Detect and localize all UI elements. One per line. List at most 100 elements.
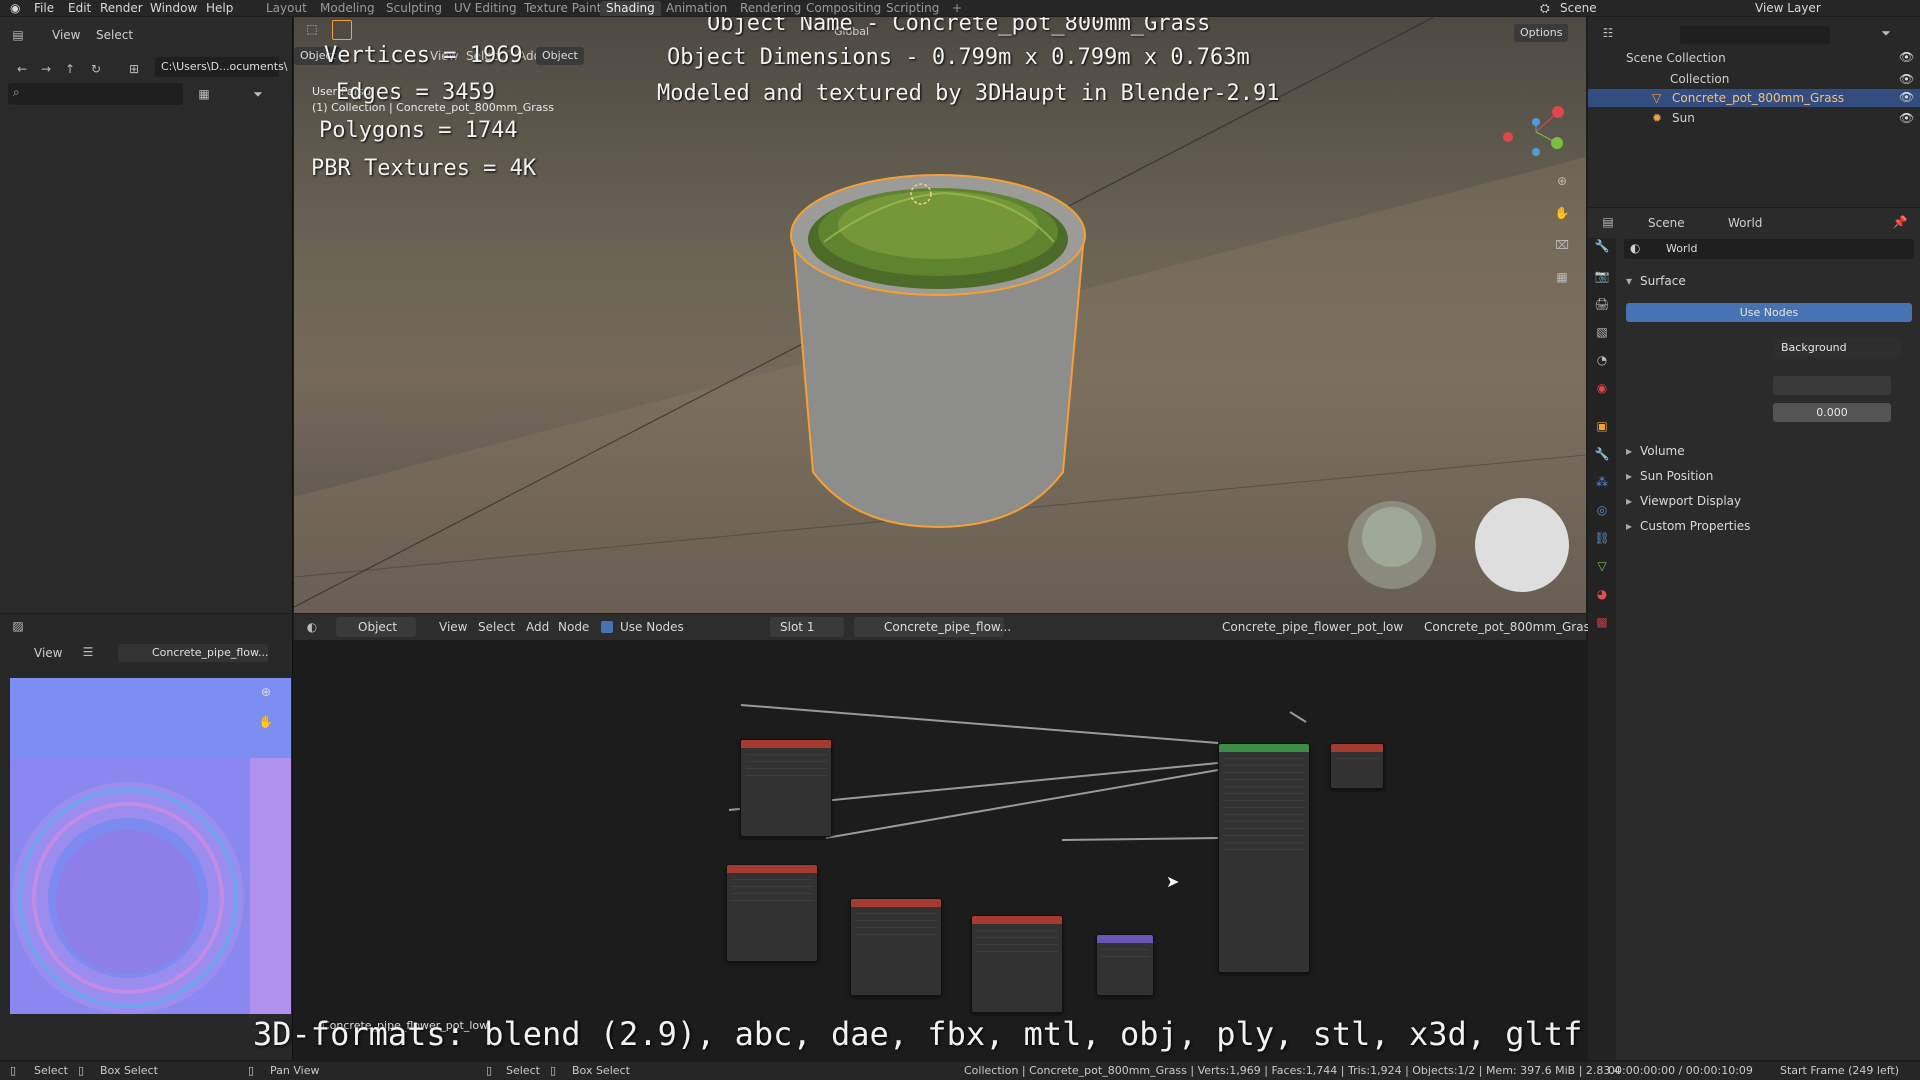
filter-icon[interactable]: ⏷ xyxy=(1878,25,1894,41)
menu-help[interactable]: Help xyxy=(206,1,233,15)
menu-edit[interactable]: Edit xyxy=(68,1,91,15)
visibility-eye-icon[interactable]: 👁 xyxy=(1899,50,1914,64)
tool-tab-icon[interactable]: 🔧 xyxy=(1594,238,1610,254)
constraints-tab-icon[interactable]: ⛓ xyxy=(1594,530,1610,546)
editor-type-icon[interactable]: ▤ xyxy=(1600,214,1616,230)
tab-shading[interactable]: Shading xyxy=(600,1,661,16)
scene-collection-item[interactable]: Scene Collection xyxy=(1626,51,1726,65)
tab-modeling[interactable]: Modeling xyxy=(314,1,381,16)
refresh-icon[interactable]: ↻ xyxy=(88,61,104,77)
surface-collapse-icon[interactable]: ▾ xyxy=(1626,274,1632,288)
use-nodes-checkbox[interactable] xyxy=(601,621,613,633)
shader-node-editor[interactable]: ◐ Object View Select Add Node Use Nodes … xyxy=(294,614,1596,1060)
world-color-swatch[interactable] xyxy=(1773,376,1891,395)
tab-layout[interactable]: Layout xyxy=(260,1,313,16)
node-view-menu[interactable]: View xyxy=(439,620,467,634)
editor-type-icon[interactable]: ☷ xyxy=(1600,25,1616,41)
volume-collapse-icon[interactable]: ▸ xyxy=(1626,444,1632,458)
render-tab-icon[interactable]: 📷 xyxy=(1594,268,1610,284)
texture-tab-icon[interactable]: ▩ xyxy=(1594,614,1610,630)
pan-hand-icon[interactable]: ✋ xyxy=(1554,205,1570,221)
image-editor-view-menu[interactable]: View xyxy=(34,646,62,660)
modifier-tab-icon[interactable]: 🔧 xyxy=(1594,446,1610,462)
menu-render[interactable]: Render xyxy=(100,1,143,15)
add-workspace-icon[interactable]: + xyxy=(946,1,968,16)
editor-type-icon[interactable]: ⬚ xyxy=(304,21,320,37)
file-browser-view-menu[interactable]: View xyxy=(52,28,80,42)
editor-type-icon[interactable]: ◐ xyxy=(304,619,320,635)
selected-object-row[interactable]: ▽ Concrete_pot_800mm_Grass 👁 xyxy=(1588,89,1920,107)
visibility-eye-icon[interactable]: 👁 xyxy=(1899,72,1914,86)
use-nodes-button[interactable]: Use Nodes xyxy=(1626,303,1912,322)
scene-tab-icon[interactable]: ◔ xyxy=(1594,352,1610,368)
selection-mode-icons[interactable] xyxy=(362,23,446,35)
object-mesh-label[interactable]: Concrete_pipe_flower_pot_low xyxy=(1222,620,1403,634)
path-field[interactable]: C:\Users\D...ocuments\ xyxy=(155,57,288,77)
tab-scripting[interactable]: Scripting xyxy=(880,1,945,16)
node-select-menu[interactable]: Select xyxy=(478,620,515,634)
surface-shader-dropdown[interactable]: Background xyxy=(1773,338,1901,357)
select-tool-icon[interactable] xyxy=(332,20,352,40)
view-layer-tab-icon[interactable]: ▧ xyxy=(1594,324,1610,340)
viewport-object-menu[interactable]: Object xyxy=(536,47,584,65)
sun-item[interactable]: Sun xyxy=(1672,111,1695,125)
ortho-grid-icon[interactable]: ▦ xyxy=(1554,269,1570,285)
sun-position-collapse-icon[interactable]: ▸ xyxy=(1626,469,1632,483)
pin-icon[interactable]: 📌 xyxy=(1892,214,1908,230)
surface-panel-header[interactable]: Surface xyxy=(1640,274,1686,288)
sun-position-panel-header[interactable]: Sun Position xyxy=(1640,469,1713,483)
concrete-pot[interactable] xyxy=(790,174,1086,529)
new-folder-icon[interactable]: ⊞ xyxy=(126,61,142,77)
back-arrow-icon[interactable]: ← xyxy=(14,61,30,77)
world-selector[interactable]: ◐ World xyxy=(1624,239,1914,259)
tab-rendering[interactable]: Rendering xyxy=(734,1,807,16)
object-name-label[interactable]: Concrete_pot_800mm_Grass xyxy=(1424,620,1596,634)
scene-tab-label[interactable]: Scene xyxy=(1648,216,1685,230)
menu-window[interactable]: Window xyxy=(150,1,197,15)
data-tab-icon[interactable]: ▽ xyxy=(1594,558,1610,574)
world-tab-label[interactable]: World xyxy=(1728,216,1762,230)
custom-properties-collapse-icon[interactable]: ▸ xyxy=(1626,519,1632,533)
visibility-eye-icon[interactable]: 👁 xyxy=(1899,111,1914,125)
editor-type-icon[interactable]: ▤ xyxy=(10,27,26,43)
zoom-icon[interactable]: ⊕ xyxy=(258,684,274,700)
3d-viewport[interactable]: ⬚ Object View Select Add Object Global O… xyxy=(294,17,1586,613)
forward-arrow-icon[interactable]: → xyxy=(38,61,54,77)
visibility-eye-icon[interactable]: 👁 xyxy=(1899,90,1914,104)
shading-mode-icons[interactable] xyxy=(1318,52,1558,68)
output-tab-icon[interactable]: 🖨 xyxy=(1594,296,1610,312)
shader-type-dropdown[interactable]: Object xyxy=(336,617,416,637)
world-tab-icon[interactable]: ◉ xyxy=(1594,380,1610,396)
camera-icon[interactable]: ⌧ xyxy=(1554,237,1570,253)
editor-type-icon[interactable]: ▨ xyxy=(10,618,26,634)
zoom-icon[interactable]: ⊕ xyxy=(1554,173,1570,189)
outliner-search-input[interactable] xyxy=(1680,26,1830,44)
tab-animation[interactable]: Animation xyxy=(660,1,733,16)
menu-file[interactable]: File xyxy=(34,1,54,15)
view-layer-selector[interactable]: View Layer xyxy=(1755,1,1821,15)
parent-directory-icon[interactable]: ↑ xyxy=(62,61,78,77)
normal-map-node[interactable] xyxy=(1096,934,1154,996)
hamburger-menu-icon[interactable]: ☰ xyxy=(80,644,96,660)
material-slot-dropdown[interactable]: Slot 1 xyxy=(770,617,844,637)
viewport-display-panel-header[interactable]: Viewport Display xyxy=(1640,494,1741,508)
custom-properties-panel-header[interactable]: Custom Properties xyxy=(1640,519,1750,533)
material-tab-icon[interactable]: ◕ xyxy=(1594,586,1610,602)
volume-panel-header[interactable]: Volume xyxy=(1640,444,1685,458)
material-selector[interactable]: Concrete_pipe_flow... xyxy=(854,617,1011,637)
navigation-gizmo[interactable] xyxy=(1503,106,1564,156)
options-dropdown[interactable]: Options xyxy=(1514,24,1569,42)
node-node-menu[interactable]: Node xyxy=(558,620,589,634)
image-texture-node-color[interactable] xyxy=(740,739,832,837)
image-texture-node-normal[interactable] xyxy=(971,915,1063,1013)
image-selector[interactable]: Concrete_pipe_flow... xyxy=(118,644,268,662)
strength-field[interactable]: 0.000 xyxy=(1773,403,1891,422)
node-add-menu[interactable]: Add xyxy=(526,620,549,634)
file-browser-select-menu[interactable]: Select xyxy=(96,28,133,42)
display-mode-icon[interactable]: ▦ xyxy=(196,86,212,102)
image-texture-node-metallic[interactable] xyxy=(850,898,942,996)
image-texture-node-roughness[interactable] xyxy=(726,864,818,962)
tab-texture-paint[interactable]: Texture Paint xyxy=(518,1,607,16)
scene-selector[interactable]: Scene xyxy=(1560,1,1597,15)
particles-tab-icon[interactable]: ⁂ xyxy=(1594,474,1610,490)
